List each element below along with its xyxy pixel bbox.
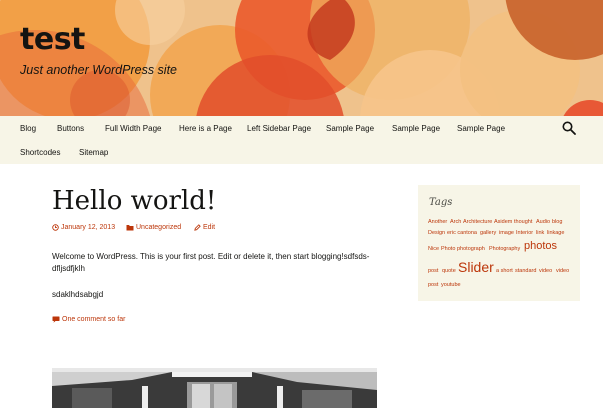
tag-link[interactable]: a short [496, 268, 513, 274]
comment-bubble-icon [52, 316, 60, 323]
tag-link[interactable]: Architecture [463, 219, 492, 225]
tag-link[interactable]: Audio [536, 219, 550, 225]
tag-link[interactable]: video [539, 268, 552, 274]
site-tagline: Just another WordPress site [20, 63, 178, 77]
tag-link[interactable]: linkage [547, 230, 564, 236]
post-category-label: Uncategorized [136, 224, 182, 231]
tag-link[interactable]: video [556, 268, 569, 274]
tag-link[interactable]: Interior [516, 230, 533, 236]
pencil-icon [194, 224, 201, 231]
post-date-label: January 12, 2013 [61, 224, 116, 231]
header-background [0, 0, 603, 116]
post-category[interactable]: Uncategorized [126, 224, 181, 231]
tag-link[interactable]: Arch [450, 219, 461, 225]
tag-link[interactable]: Asidem [494, 219, 512, 225]
tag-link[interactable]: Another [428, 219, 447, 225]
nav-item-here-is-a-page[interactable]: Here is a Page [179, 124, 232, 133]
comments-label: One comment so far [62, 316, 126, 323]
tag-link[interactable]: image [499, 230, 514, 236]
tag-link[interactable]: standard [515, 268, 536, 274]
nav-item-sample-page[interactable]: Sample Page [326, 124, 374, 133]
tag-link[interactable]: quote [442, 268, 456, 274]
tag-link[interactable]: post [428, 268, 438, 274]
nav-item-sample-page[interactable]: Sample Page [457, 124, 505, 133]
post-body-line: Welcome to WordPress. This is your first… [52, 252, 370, 261]
comments-link[interactable]: One comment so far [52, 316, 125, 323]
post-title[interactable]: Hello world! [52, 186, 216, 216]
folder-icon [126, 225, 134, 231]
nav-item-left-sidebar-page[interactable]: Left Sidebar Page [247, 124, 311, 133]
site-header: test Just another WordPress site [0, 0, 603, 116]
tag-link[interactable]: eric cantona [447, 230, 477, 236]
nav-item-blog[interactable]: Blog [20, 124, 36, 133]
nav-item-sitemap[interactable]: Sitemap [79, 148, 108, 157]
clock-icon [52, 224, 59, 231]
tag-link[interactable]: photograph [457, 246, 485, 252]
nav-item-full-width-page[interactable]: Full Width Page [105, 124, 161, 133]
post-body-line: sdaklhdsabgjd [52, 290, 104, 299]
tag-link[interactable]: link [536, 230, 544, 236]
tag-link[interactable]: Slider [458, 259, 494, 275]
post-body-line: dfljsdfjklh [52, 264, 85, 273]
nav-item-sample-page[interactable]: Sample Page [392, 124, 440, 133]
nav-item-shortcodes[interactable]: Shortcodes [20, 148, 60, 157]
tag-link[interactable]: photos [524, 240, 557, 252]
tag-link[interactable]: post [428, 282, 438, 288]
post-edit-link[interactable]: Edit [194, 224, 215, 231]
search-icon[interactable] [562, 121, 576, 135]
interior-photo [52, 368, 377, 408]
tag-link[interactable]: Nice [428, 246, 439, 252]
edit-label: Edit [203, 224, 216, 231]
nav-item-buttons[interactable]: Buttons [57, 124, 84, 133]
tag-link[interactable]: Design [428, 230, 445, 236]
tag-link[interactable]: youtube [441, 282, 461, 288]
tag-link[interactable]: blog [552, 219, 562, 225]
widget-title: Tags [429, 197, 453, 208]
site-title[interactable]: test [20, 22, 85, 57]
tag-link[interactable]: Photo [441, 246, 455, 252]
post-date[interactable]: January 12, 2013 [52, 224, 115, 231]
post-featured-image [52, 368, 377, 408]
tag-link[interactable]: Photography [489, 246, 520, 252]
tag-link[interactable]: thought [514, 219, 532, 225]
tag-link[interactable]: gallery [480, 230, 496, 236]
